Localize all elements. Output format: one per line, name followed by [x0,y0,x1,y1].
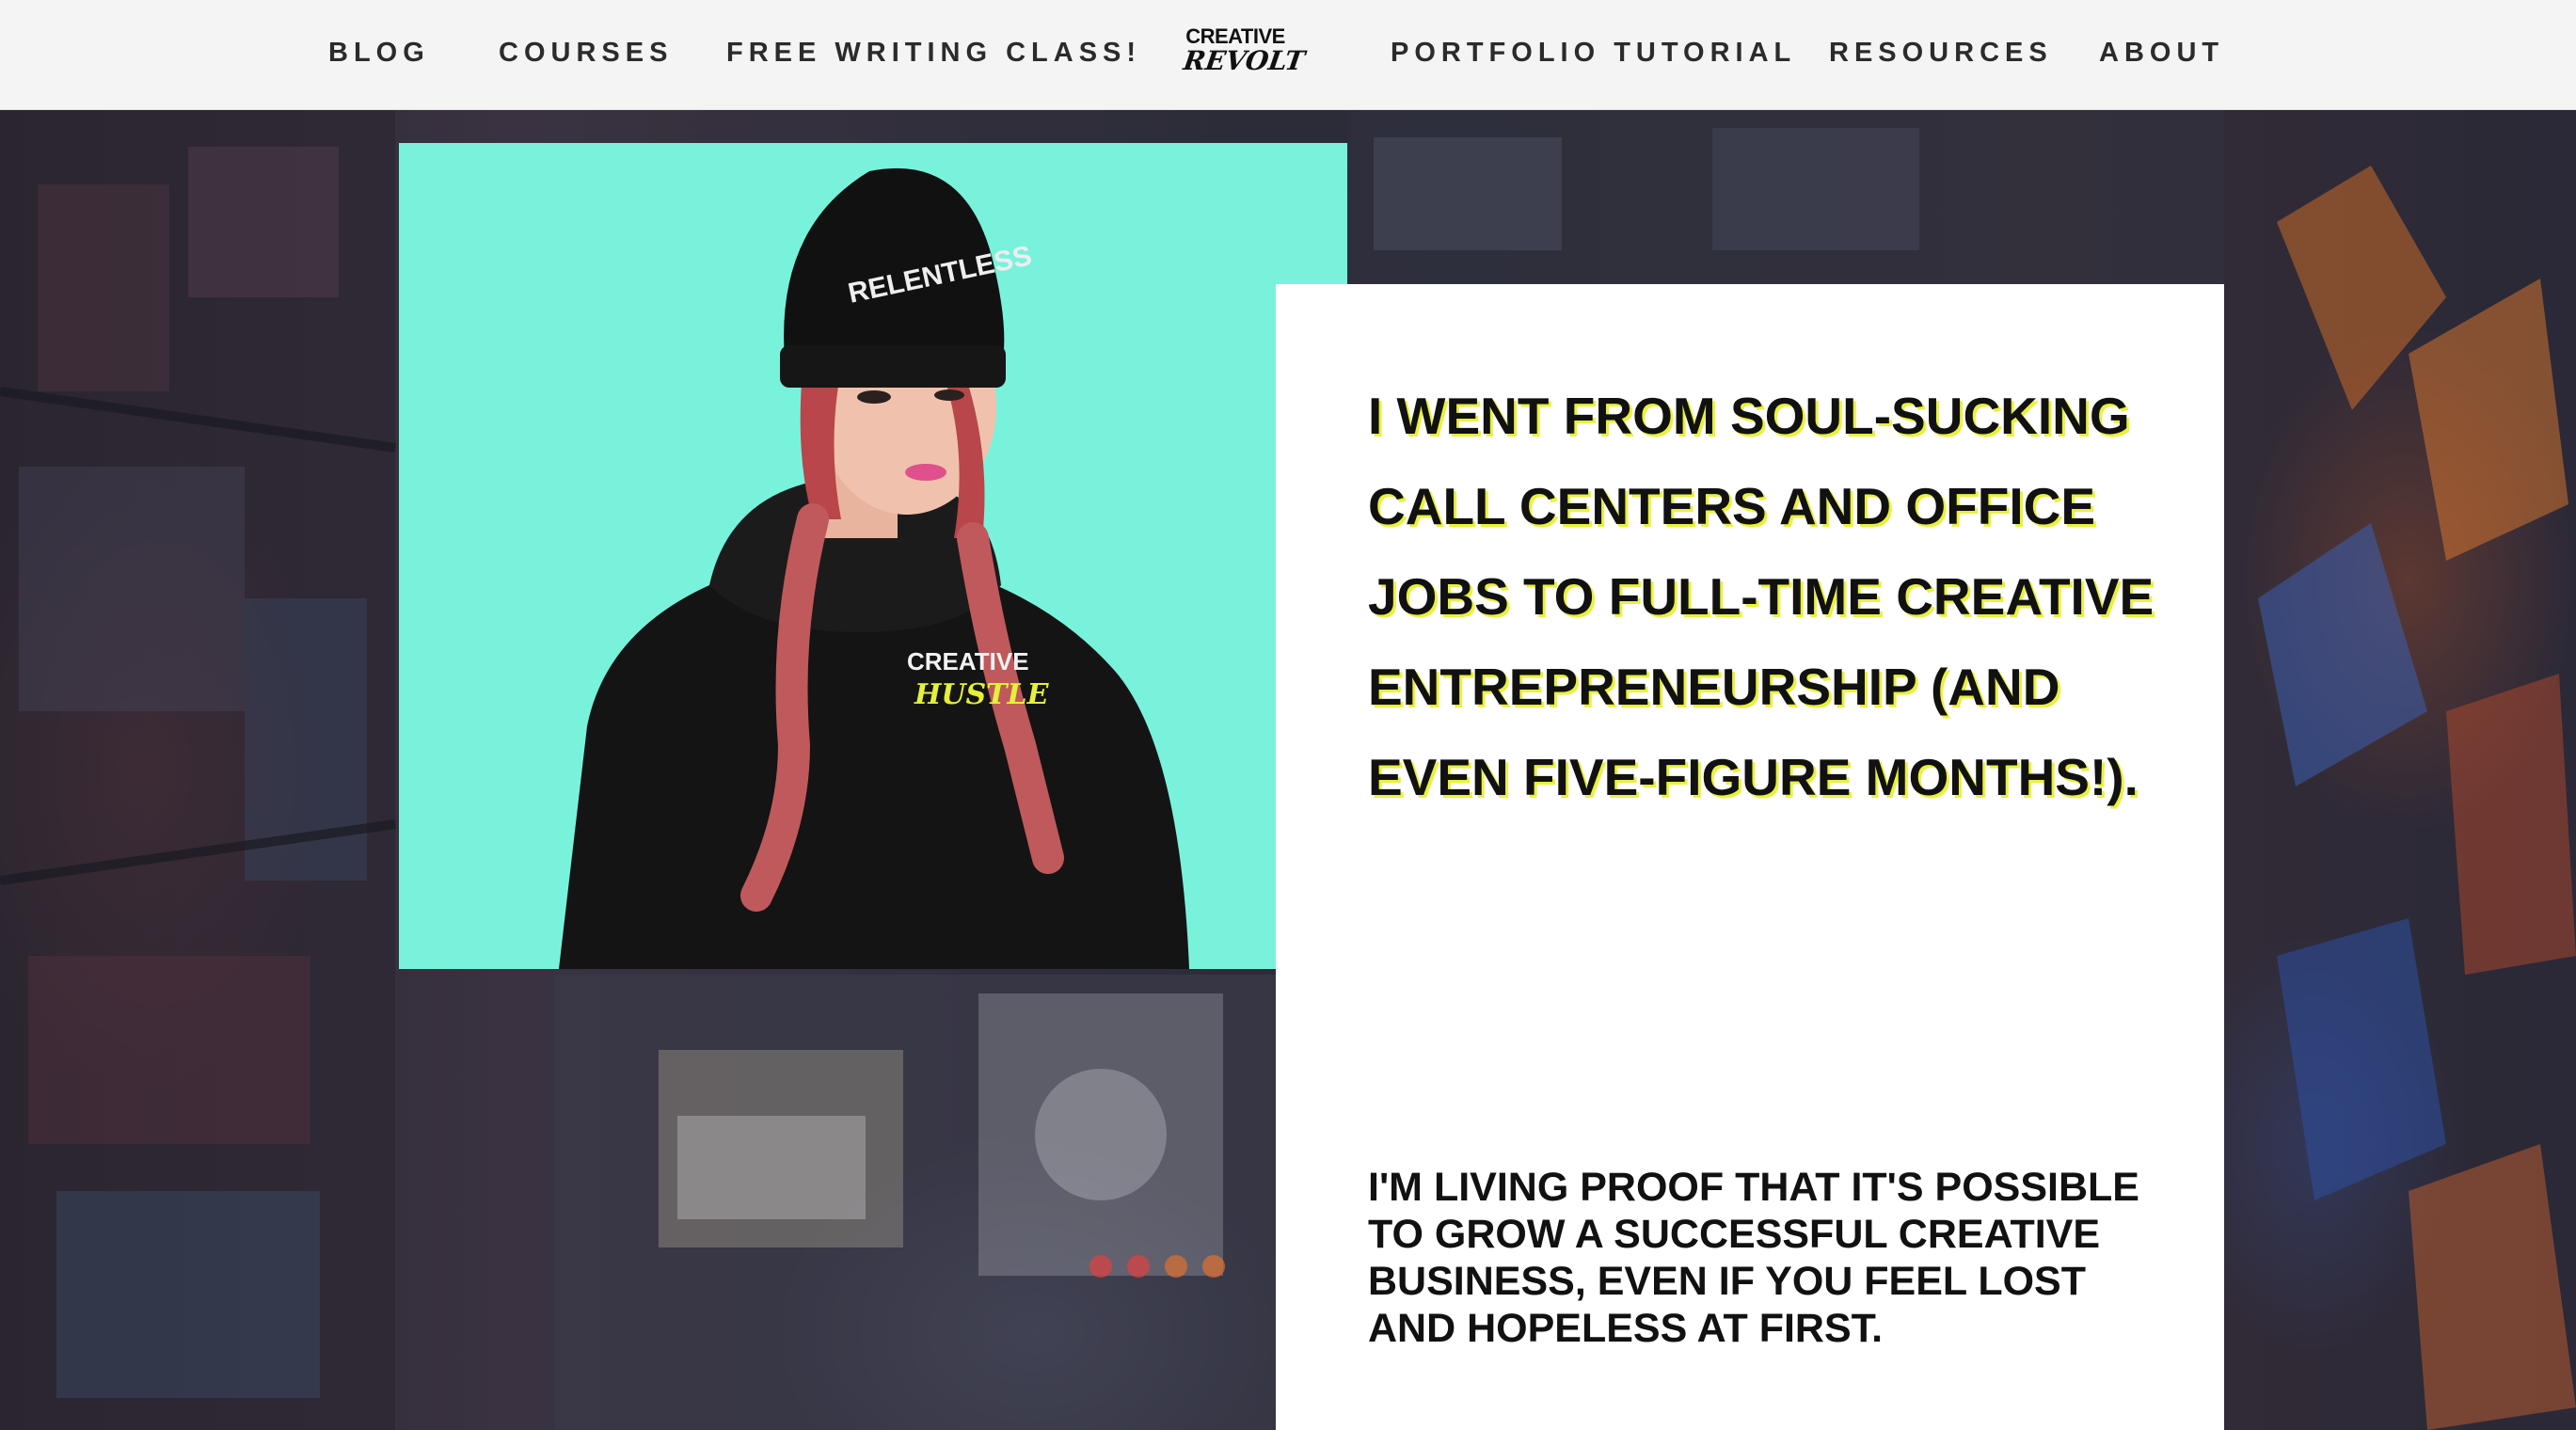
nav-link-blog[interactable]: BLOG [328,38,430,69]
hero-photo: RELENTLESS CREATIVE HUSTLE [399,143,1347,969]
hero-text-card: I went from soul-sucking call centers an… [1276,284,2224,1430]
hoodie-text-top: CREATIVE [907,647,1029,675]
nav-link-about[interactable]: ABOUT [2099,38,2224,69]
hero-portrait-illustration: RELENTLESS CREATIVE HUSTLE [559,167,1189,969]
hero-subheadline: I'm living proof that it's possible to g… [1368,1165,2139,1351]
logo-text-bottom: REVOLT [1181,45,1307,76]
hero-headline: I went from soul-sucking call centers an… [1368,387,2155,806]
creative-revolt-logo[interactable]: CREATIVE REVOLT [1181,24,1307,77]
hoodie-text-bottom: HUSTLE [914,678,1050,711]
nav-link-courses[interactable]: COURSES [499,38,673,69]
page: BLOG COURSES FREE WRITING CLASS! CREATIV… [0,0,2576,1430]
nav-link-resources[interactable]: RESOURCES [1829,38,2053,69]
nav-link-free-writing-class[interactable]: FREE WRITING CLASS! [726,38,1141,69]
nav-link-portfolio-tutorial[interactable]: PORTFOLIO TUTORIAL [1391,38,1796,69]
top-navigation: BLOG COURSES FREE WRITING CLASS! CREATIV… [0,0,2576,110]
logo-text-top: CREATIVE [1185,24,1285,48]
